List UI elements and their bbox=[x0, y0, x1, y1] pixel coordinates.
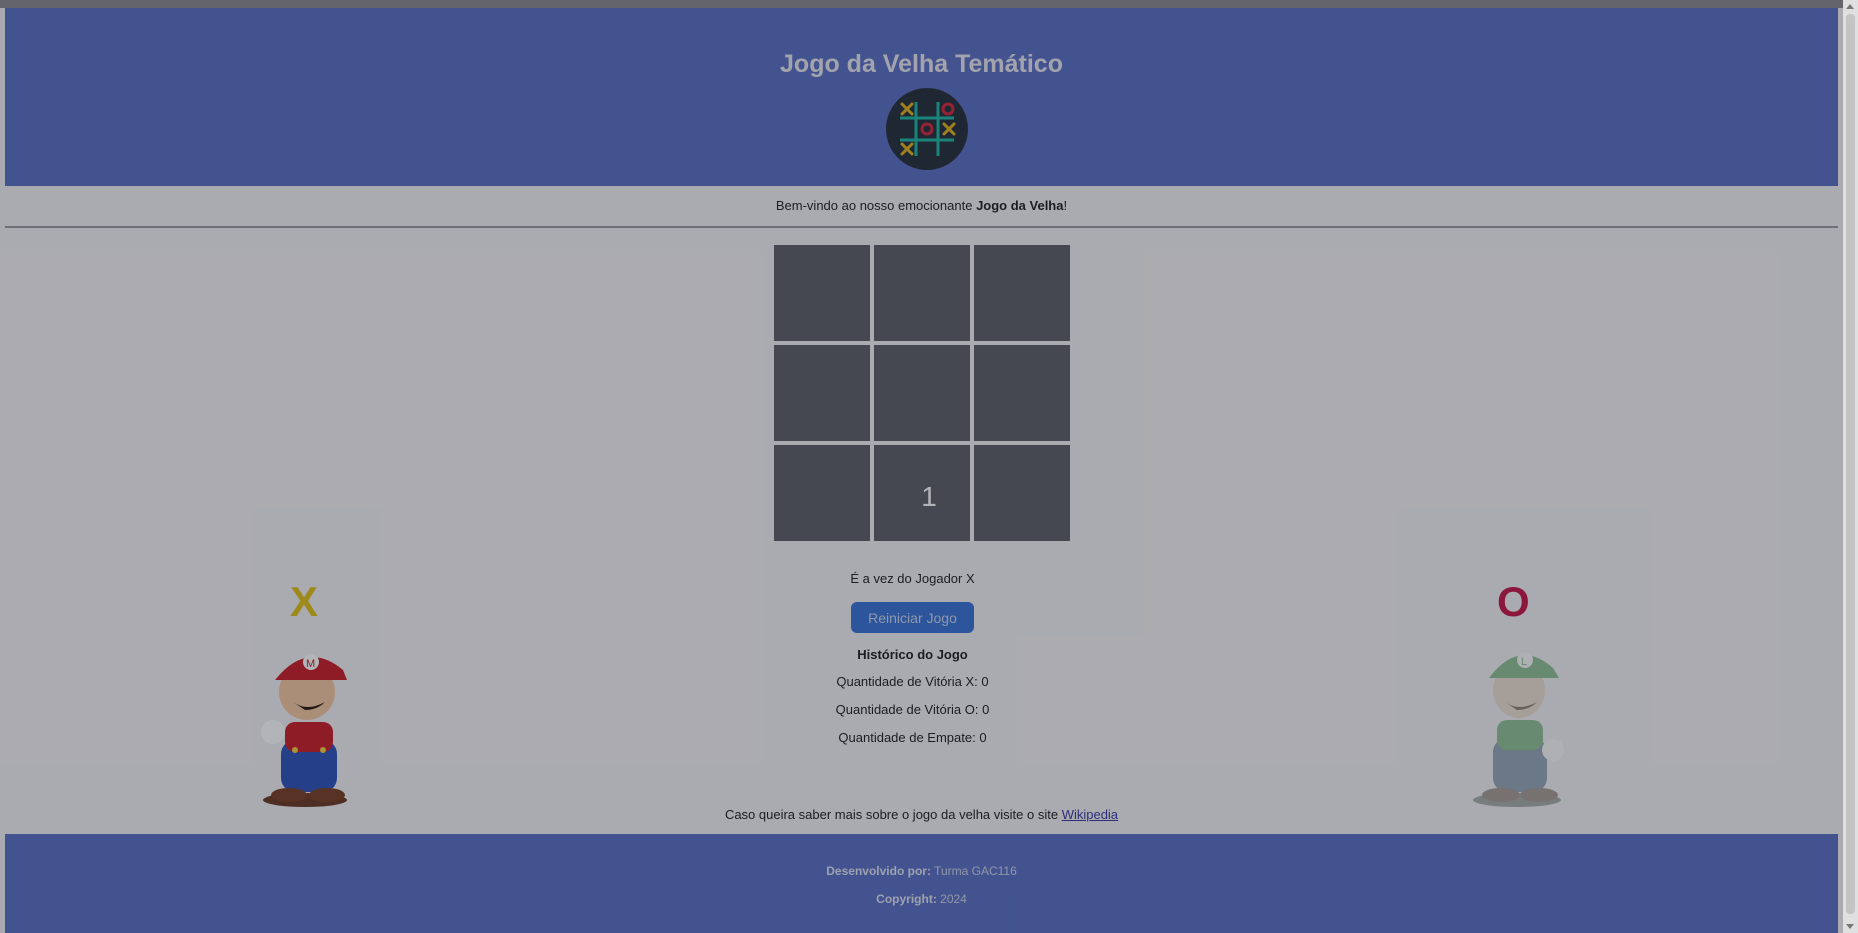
turn-status: É a vez do Jogador X bbox=[850, 571, 975, 586]
scroll-up-icon[interactable] bbox=[1846, 4, 1854, 9]
browser-top-edge bbox=[0, 0, 1858, 8]
welcome-suffix: ! bbox=[1063, 198, 1068, 213]
footer-copy-value: 2024 bbox=[936, 892, 967, 906]
player-x-letter: X bbox=[290, 578, 319, 625]
board-cell-3[interactable] bbox=[974, 245, 1070, 341]
page-header: Jogo da Velha Temático bbox=[5, 8, 1838, 186]
info-prefix: Caso queira saber mais sobre o jogo da v… bbox=[724, 807, 1062, 822]
welcome-text: Bem-vindo ao nosso emocionante Jogo da V… bbox=[0, 198, 1843, 213]
scroll-thumb[interactable] bbox=[1846, 14, 1855, 914]
board-cell-9[interactable] bbox=[974, 445, 1070, 541]
board-cell-6[interactable] bbox=[974, 345, 1070, 441]
board-cell-1[interactable] bbox=[774, 245, 870, 341]
svg-text:M: M bbox=[306, 658, 315, 670]
footer-dev-value: Turma GAC116 bbox=[930, 864, 1017, 878]
footer-copyright: Copyright: 2024 bbox=[5, 892, 1838, 906]
board-cell-2[interactable] bbox=[874, 245, 970, 341]
divider bbox=[5, 226, 1838, 228]
scroll-down-icon[interactable] bbox=[1846, 924, 1854, 929]
footer-dev-label: Desenvolvido por: bbox=[826, 864, 931, 878]
svg-text:L: L bbox=[1521, 656, 1527, 668]
board-cell-5[interactable] bbox=[874, 345, 970, 441]
page: Jogo da Velha Temático Bem-vindo ao noss… bbox=[0, 0, 1858, 933]
luigi-icon: L bbox=[1455, 640, 1585, 810]
welcome-bold: Jogo da Velha bbox=[976, 198, 1064, 213]
restart-button[interactable]: Reiniciar Jogo bbox=[851, 602, 974, 633]
board-cell-8[interactable]: 1 bbox=[874, 445, 970, 541]
footer-copy-label: Copyright: bbox=[876, 892, 937, 906]
welcome-prefix: Bem-vindo ao nosso emocionante bbox=[775, 198, 977, 213]
footer-dev: Desenvolvido por: Turma GAC116 bbox=[5, 864, 1838, 878]
page-footer: Desenvolvido por: Turma GAC116 Copyright… bbox=[5, 834, 1838, 933]
mario-icon: M bbox=[245, 640, 375, 810]
info-text: Caso queira saber mais sobre o jogo da v… bbox=[0, 807, 1843, 822]
game-board: 1 bbox=[774, 245, 1070, 541]
page-title: Jogo da Velha Temático bbox=[780, 50, 1063, 78]
vertical-scrollbar[interactable] bbox=[1843, 0, 1858, 933]
tic-tac-toe-logo-icon bbox=[886, 88, 968, 170]
board-cell-7[interactable] bbox=[774, 445, 870, 541]
player-o-letter: O bbox=[1497, 578, 1530, 625]
board-cell-4[interactable] bbox=[774, 345, 870, 441]
wikipedia-link[interactable]: Wikipedia bbox=[1062, 807, 1118, 822]
